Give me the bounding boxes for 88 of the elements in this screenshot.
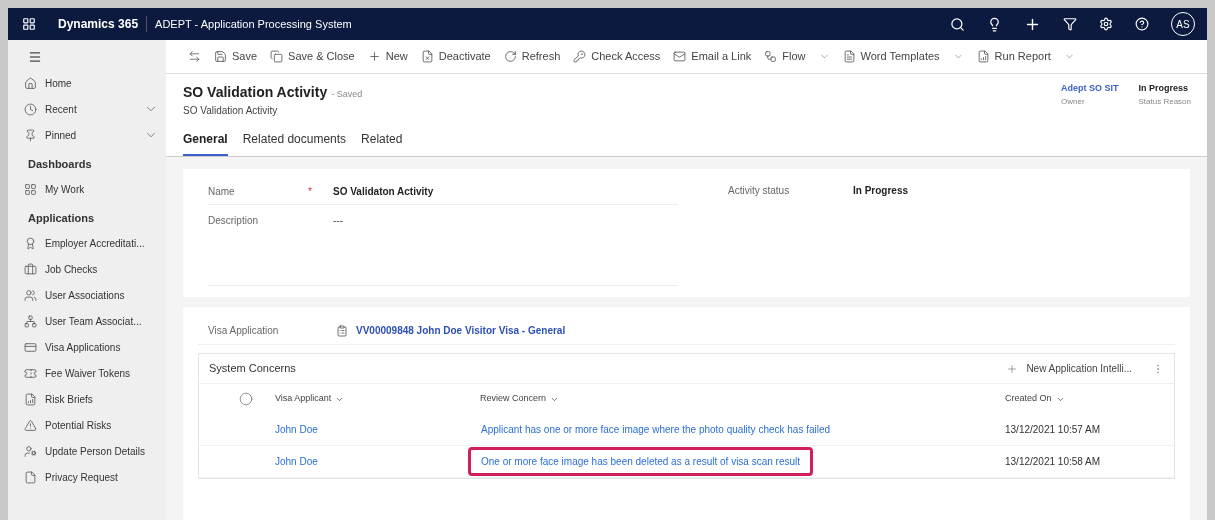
chart-document-icon [24,392,37,406]
record-title: SO Validation Activity [183,83,328,102]
nav-item[interactable]: Pinned [8,122,166,148]
nav-item[interactable]: Job Checks [8,256,166,282]
flow-icon [764,50,778,63]
plus-icon [1006,362,1019,375]
app-name[interactable]: Dynamics 365 [50,15,147,33]
header-field-value: In Progress [1138,82,1190,95]
plus-icon [367,50,381,63]
section-title: Applications [27,210,95,226]
refresh-icon [503,50,517,63]
app-title: ADEPT - Application Processing System [154,16,353,32]
header-field-label: Owner [1061,95,1086,108]
mail-icon [673,50,687,63]
command-button[interactable]: Email a Link [673,48,752,65]
nav-item[interactable]: User Team Associat... [8,308,166,334]
search-icon[interactable] [950,16,965,32]
filter-icon[interactable] [1063,17,1077,31]
table-cell-text: 13/12/2021 10:57 AM [1005,423,1101,437]
nav-item[interactable]: Potential Risks [8,412,166,438]
ticket-icon [24,366,37,380]
field-value[interactable]: SO Validaton Activity [333,184,434,199]
field-label: Visa Application [208,324,280,338]
record-type: SO Validation Activity [183,104,279,118]
nav-item[interactable]: User Associations [8,282,166,308]
document-icon [24,470,37,484]
field-label: Name [208,185,236,199]
clock-icon [24,102,37,116]
field-label: Activity status [728,184,791,198]
tab[interactable]: Related [361,130,403,156]
nav-item[interactable]: Recent [8,96,166,122]
required-mark: * [308,185,313,199]
nav-item[interactable]: Fee Waiver Tokens [8,360,166,386]
clipboard-icon [336,324,348,337]
table-cell-text: 13/12/2021 10:58 AM [1005,455,1101,469]
report-icon [976,50,990,63]
command-button[interactable]: Run Report [976,48,1075,65]
lightbulb-icon[interactable] [987,16,1002,32]
users-icon [24,288,37,302]
nav-item[interactable]: Home [8,70,166,96]
select-all-checkbox[interactable] [239,392,253,406]
warning-icon [24,418,37,432]
nav-item[interactable]: My Work [8,176,166,202]
command-button[interactable]: Word Templates [842,48,964,65]
command-button[interactable]: Flow [764,48,830,65]
document-x-icon [420,50,434,63]
grid-icon [24,182,37,196]
command-button[interactable]: Deactivate [420,48,491,65]
column-header[interactable]: Visa Applicant [275,392,480,406]
save-close-icon [270,50,284,63]
nav-item[interactable]: Privacy Request [8,464,166,490]
header-field-label: Status Reason [1138,95,1191,108]
help-icon[interactable] [1135,17,1149,31]
subgrid-title: System Concerns [209,361,297,377]
field-label: Description [208,213,260,228]
nav-item[interactable]: Employer Accreditati... [8,230,166,256]
briefcase-icon [24,262,37,276]
column-header[interactable]: Review Concern [480,392,1005,406]
pin-icon [24,128,37,142]
field-value[interactable]: --- [333,212,343,228]
command-button[interactable]: New [367,48,408,65]
app-launcher-icon[interactable] [22,17,36,31]
nav-item[interactable]: Visa Applications [8,334,166,360]
home-icon [24,76,37,90]
save-icon [214,50,227,63]
menu-icon[interactable] [28,50,42,64]
new-record-button[interactable]: New Application Intelli... [1006,361,1132,376]
command-button[interactable]: Refresh [503,48,561,65]
card-icon [24,340,37,354]
command-button[interactable]: Save & Close [270,48,355,65]
command-button[interactable]: Check Access [573,48,661,65]
settings-icon[interactable] [1099,17,1113,31]
column-header[interactable]: Created On [1005,392,1065,406]
tab[interactable]: Related documents [242,130,347,156]
network-icon [24,314,37,328]
key-icon [573,50,587,63]
award-icon [24,236,37,250]
header-field-value[interactable]: Adept SO SIT [1061,82,1119,96]
lookup-link[interactable]: VV00009848 John Doe Visitor Visa - General [356,323,566,338]
document-icon [842,50,856,63]
concern-link[interactable]: One or more face image has been deleted as a result of visa scan result [468,447,814,476]
user-gear-icon [24,444,37,458]
field-value[interactable]: In Progress [853,183,909,198]
section-title: Dashboards [27,156,93,172]
command-button[interactable]: Save [214,48,258,65]
save-status: - Saved [331,88,363,101]
nav-item[interactable]: Risk Briefs [8,386,166,412]
nav-item[interactable]: Update Person Details [8,438,166,464]
